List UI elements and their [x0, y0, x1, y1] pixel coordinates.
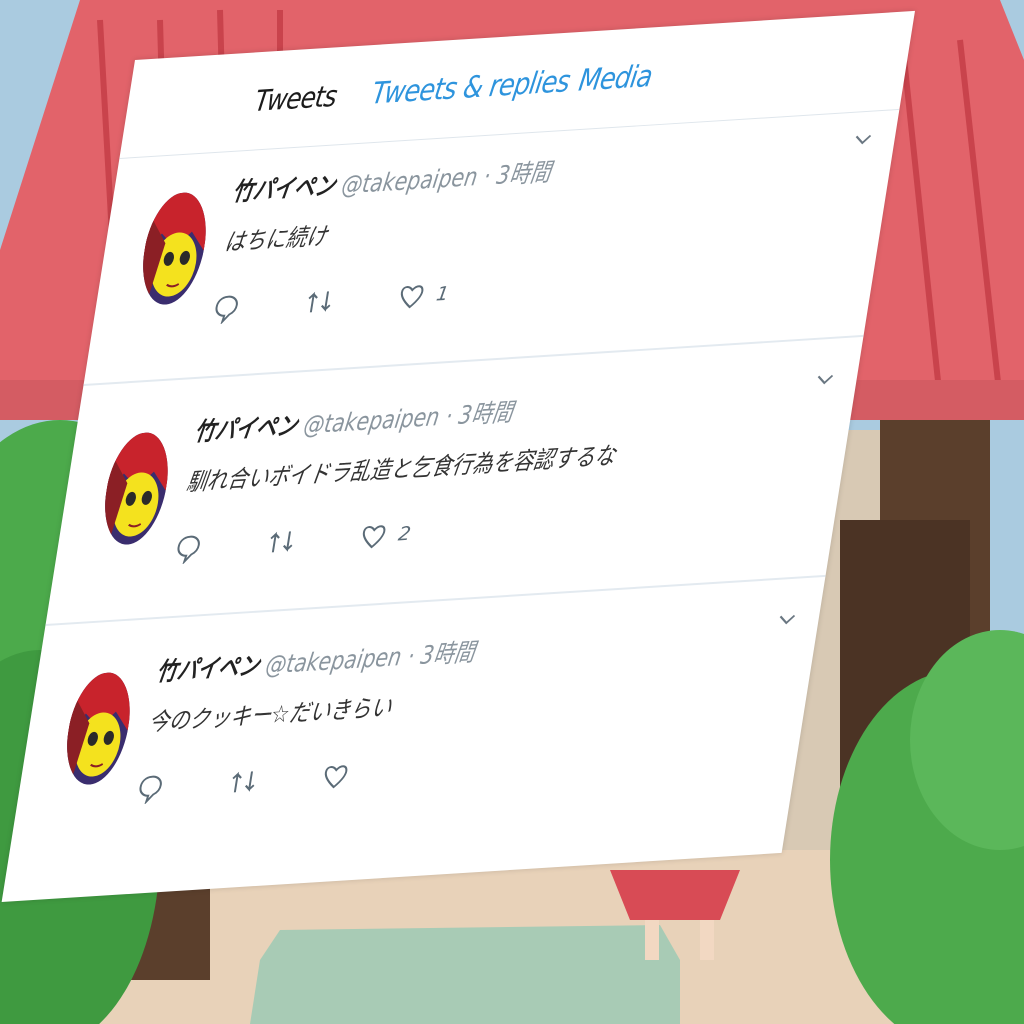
- reply-button[interactable]: [174, 533, 203, 565]
- figure-skirt: [610, 870, 740, 920]
- tweet-item[interactable]: 竹パイペン @takepaipen · 3時間 馴れ合いボイドラ乱造と乞食行為を…: [45, 352, 861, 626]
- reply-icon: [136, 773, 165, 805]
- reply-button[interactable]: [136, 773, 165, 805]
- chevron-down-icon[interactable]: [853, 128, 872, 150]
- like-button[interactable]: [320, 760, 362, 790]
- avatar[interactable]: [135, 190, 214, 307]
- display-name[interactable]: 竹パイペン: [155, 651, 262, 686]
- separator-dot: ·: [443, 401, 455, 431]
- retweet-button[interactable]: [304, 287, 334, 317]
- tweet-actions: 1: [210, 269, 616, 334]
- reply-icon: [174, 533, 203, 565]
- tweet-text: 今のクッキー☆だいきらい: [146, 693, 394, 737]
- like-button[interactable]: 1: [396, 280, 451, 311]
- timestamp[interactable]: 3時間: [419, 637, 478, 669]
- stone-block: [250, 925, 680, 1024]
- avatar[interactable]: [59, 670, 138, 787]
- tweet-actions: [134, 749, 540, 814]
- tweet-item[interactable]: 竹パイペン @takepaipen · 3時間 今のクッキー☆だいきらい: [8, 593, 823, 864]
- separator-dot: ·: [405, 641, 417, 671]
- reply-icon: [212, 293, 241, 325]
- user-handle[interactable]: @takepaipen: [302, 402, 442, 440]
- tweet-header: 竹パイペン @takepaipen · 3時間: [154, 632, 478, 688]
- user-handle[interactable]: @takepaipen: [264, 642, 404, 680]
- chevron-down-icon[interactable]: [815, 368, 834, 390]
- separator-dot: ·: [481, 161, 493, 191]
- heart-icon: [358, 521, 388, 551]
- avatar[interactable]: [97, 430, 176, 547]
- retweet-button[interactable]: [228, 767, 258, 797]
- tab-tweets[interactable]: Tweets: [253, 79, 339, 118]
- retweet-button[interactable]: [266, 527, 296, 557]
- display-name[interactable]: 竹パイペン: [193, 411, 300, 446]
- tweet-timeline-panel: Tweets Tweets & replies Media 竹パイペン @tak…: [1, 10, 915, 902]
- timestamp[interactable]: 3時間: [495, 157, 554, 189]
- retweet-icon: [304, 287, 334, 317]
- tweet-header: 竹パイペン @takepaipen · 3時間: [230, 152, 554, 208]
- like-count: 2: [396, 522, 413, 546]
- heart-icon: [320, 761, 350, 791]
- tweet-actions: 2: [172, 509, 578, 574]
- tweet-header: 竹パイペン @takepaipen · 3時間: [192, 392, 516, 448]
- timestamp[interactable]: 3時間: [457, 397, 516, 429]
- display-name[interactable]: 竹パイペン: [231, 171, 338, 206]
- like-count: 1: [434, 282, 451, 306]
- user-handle[interactable]: @takepaipen: [340, 162, 480, 200]
- heart-icon: [396, 281, 426, 311]
- tweet-text: はちに続け: [222, 222, 330, 257]
- tweet-item[interactable]: 竹パイペン @takepaipen · 3時間 はちに続け 1: [83, 112, 899, 386]
- tab-media[interactable]: Media: [576, 59, 654, 99]
- retweet-icon: [228, 767, 258, 797]
- chevron-down-icon[interactable]: [777, 608, 796, 630]
- retweet-icon: [266, 527, 296, 557]
- like-button[interactable]: 2: [358, 520, 413, 551]
- tab-tweets-and-replies[interactable]: Tweets & replies: [369, 64, 572, 111]
- reply-button[interactable]: [212, 293, 241, 325]
